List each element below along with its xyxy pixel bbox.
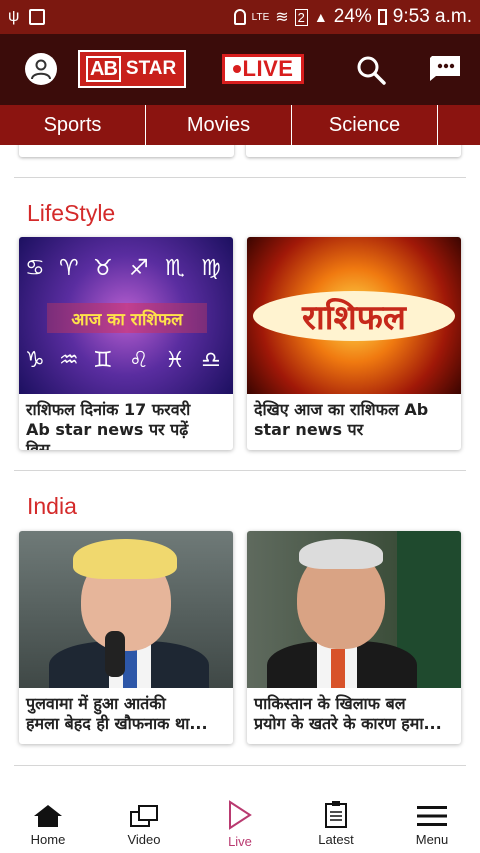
news-headline: पाकिस्तान के खिलाफ बल प्रयोग के खतरे के …	[254, 694, 442, 733]
profile-button[interactable]	[25, 53, 57, 85]
news-headline: देखिए आज का राशिफल Ab star news पर	[254, 400, 429, 439]
user-icon	[31, 59, 51, 80]
previous-section-cards	[19, 145, 461, 157]
battery-icon	[377, 9, 387, 25]
nav-menu[interactable]: Menu	[384, 785, 480, 853]
section-title-lifestyle[interactable]: LifeStyle	[27, 200, 115, 227]
usb-icon: ψ	[8, 8, 20, 25]
tab-label: Sports	[43, 113, 102, 136]
nav-live[interactable]: Live	[192, 785, 288, 853]
image-banner: राशिफल	[253, 291, 455, 341]
tab-movies[interactable]: Movies	[146, 105, 292, 145]
news-card[interactable]: राशिफल देखिए आज का राशिफल Ab star news प…	[247, 237, 461, 450]
logo-star: STAR	[125, 58, 177, 79]
nav-label: Latest	[318, 832, 354, 847]
news-image	[19, 531, 233, 688]
sim-badge: 2	[294, 8, 308, 26]
news-image: ♋ ♈ ♉ ♐ ♏ ♍ आज का राशिफल ♑ ♒ ♊ ♌ ♓ ♎	[19, 237, 233, 394]
clipboard-icon	[325, 801, 347, 828]
tab-label: Science	[328, 113, 401, 136]
news-card[interactable]: पाकिस्तान के खिलाफ बल प्रयोग के खतरे के …	[247, 531, 461, 744]
image-notification-icon	[29, 9, 46, 25]
nav-label: Home	[30, 832, 66, 847]
divider	[14, 177, 466, 178]
nav-latest[interactable]: Latest	[288, 785, 384, 853]
section-title-india[interactable]: India	[27, 493, 77, 520]
battery-percent: 24%	[333, 6, 372, 27]
news-headline: पुलवामा में हुआ आतंकी हमला बेहद ही खौफना…	[26, 694, 208, 733]
news-feed[interactable]: LifeStyle ♋ ♈ ♉ ♐ ♏ ♍ आज का राशिफल ♑ ♒ ♊…	[0, 145, 480, 785]
news-card[interactable]: पुलवामा में हुआ आतंकी हमला बेहद ही खौफना…	[19, 531, 233, 744]
lte-icon: LTE	[251, 11, 270, 23]
app-logo[interactable]: AB STAR	[78, 50, 186, 88]
bottom-navigation: Home Video Live Latest Menu	[0, 785, 480, 853]
news-image	[247, 531, 461, 688]
nav-home[interactable]: Home	[0, 785, 96, 853]
news-image: राशिफल	[247, 237, 461, 394]
nav-label: Video	[127, 832, 161, 847]
wifi-icon: ≋	[275, 9, 289, 26]
search-icon[interactable]	[355, 54, 387, 86]
status-bar: ψ LTE ≋ 2 ▲ 24% 9:53 a.m.	[0, 0, 480, 34]
category-tabs: Sports Movies Science	[0, 105, 480, 145]
live-label: LIVE	[242, 56, 294, 81]
tab-science[interactable]: Science	[292, 105, 438, 145]
divider	[14, 765, 466, 766]
news-card[interactable]	[246, 145, 461, 157]
tab-next[interactable]	[438, 105, 480, 145]
home-icon	[34, 805, 62, 827]
nav-label: Menu	[415, 832, 449, 847]
logo-ab: AB	[86, 56, 121, 82]
video-icon	[130, 805, 158, 827]
play-icon	[229, 800, 252, 830]
nav-video[interactable]: Video	[96, 785, 192, 853]
tab-label: Movies	[186, 113, 251, 136]
chat-icon[interactable]	[428, 54, 462, 82]
location-icon	[233, 9, 246, 25]
image-banner: आज का राशिफल	[47, 303, 207, 333]
app-bar: AB STAR LIVE	[0, 34, 480, 105]
news-card[interactable]	[19, 145, 234, 157]
live-dot-icon	[232, 65, 241, 73]
news-headline: राशिफल दिनांक 17 फरवरी Ab star news पर प…	[26, 400, 191, 450]
tab-sports[interactable]: Sports	[0, 105, 146, 145]
nav-label: Live	[228, 834, 252, 849]
news-card[interactable]: ♋ ♈ ♉ ♐ ♏ ♍ आज का राशिफल ♑ ♒ ♊ ♌ ♓ ♎ राश…	[19, 237, 233, 450]
menu-icon	[417, 806, 447, 826]
divider	[14, 470, 466, 471]
live-button[interactable]: LIVE	[222, 54, 304, 84]
clock: 9:53 a.m.	[392, 6, 472, 27]
signal-icon: ▲	[313, 9, 328, 25]
